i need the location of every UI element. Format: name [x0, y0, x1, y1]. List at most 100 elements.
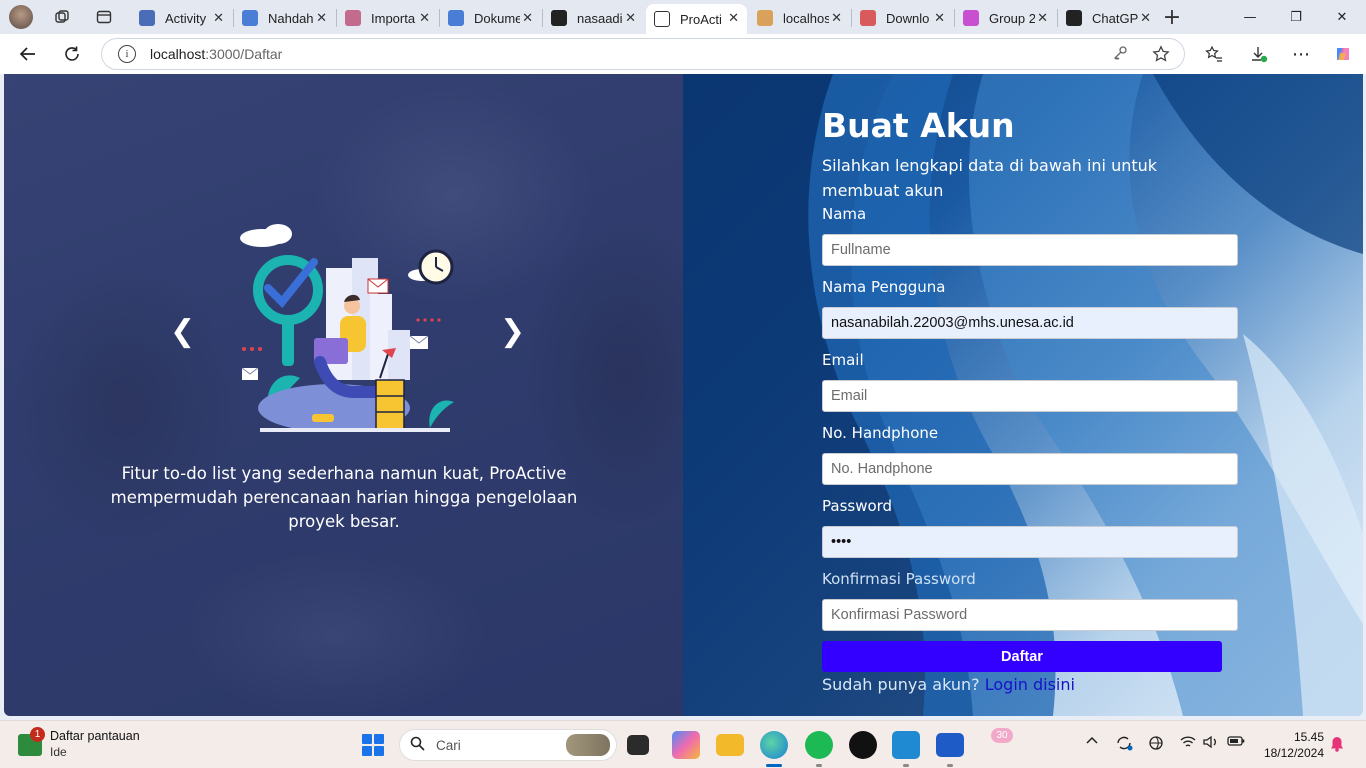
- site-info-icon[interactable]: i: [118, 45, 136, 63]
- tab-close-icon[interactable]: ✕: [1140, 10, 1151, 26]
- register-submit-button[interactable]: Daftar: [822, 641, 1222, 672]
- confirm-password-label: Konfirmasi Password: [822, 570, 976, 588]
- sync-icon[interactable]: [1115, 735, 1133, 755]
- copilot-icon[interactable]: [1330, 42, 1356, 66]
- tab-favicon-icon: [551, 10, 567, 26]
- browser-tab[interactable]: localhos ✕: [749, 4, 850, 32]
- tab-favicon-icon: [757, 10, 773, 26]
- browser-tab[interactable]: nasaadi ✕: [543, 4, 644, 32]
- tab-close-icon[interactable]: ✕: [419, 10, 430, 26]
- minimize-button[interactable]: —: [1227, 4, 1273, 30]
- word-icon[interactable]: [936, 733, 964, 757]
- refresh-icon[interactable]: [59, 42, 85, 66]
- fullname-input[interactable]: [822, 234, 1238, 266]
- productivity-illustration: [240, 224, 454, 432]
- word-running-indicator: [947, 764, 953, 767]
- carousel-next-button[interactable]: ❯: [500, 314, 525, 349]
- tab-close-icon[interactable]: ✕: [625, 10, 636, 26]
- browser-toolbar: i localhost:3000/Daftar ⋯: [0, 34, 1366, 74]
- tab-close-icon[interactable]: ✕: [213, 10, 224, 26]
- start-windows-icon[interactable]: [362, 734, 384, 756]
- battery-icon[interactable]: [1227, 735, 1245, 751]
- search-icon: [410, 736, 425, 755]
- file-explorer-icon[interactable]: [716, 734, 744, 756]
- tab-favicon-icon: [1066, 10, 1082, 26]
- new-tab-button[interactable]: +: [1160, 5, 1184, 30]
- form-subtitle: Silahkan lengkapi data di bawah ini untu…: [822, 156, 1158, 200]
- username-label: Nama Pengguna: [822, 278, 946, 296]
- fullname-label: Nama: [822, 205, 867, 223]
- edge-browser-icon[interactable]: [760, 731, 788, 759]
- tab-favicon-icon: [345, 10, 361, 26]
- browser-tab-strip: Activity ✕ Nahdah ✕ Importa ✕ Dokume ✕ nasaadi ✕ P…: [0, 0, 1366, 34]
- tab-close-icon[interactable]: ✕: [522, 10, 533, 26]
- search-placeholder: Cari: [436, 738, 461, 753]
- carousel-caption: Fitur to-do list yang sederhana namun ku…: [110, 464, 578, 531]
- tab-favicon-icon: [448, 10, 464, 26]
- browser-tab[interactable]: ChatGP ✕: [1058, 4, 1159, 32]
- tab-close-icon[interactable]: ✕: [831, 10, 842, 26]
- tab-favicon-icon: [860, 10, 876, 26]
- more-menu-icon[interactable]: ⋯: [1288, 42, 1314, 66]
- login-link[interactable]: Login disini: [985, 675, 1075, 694]
- widget-subtitle: Ide: [50, 745, 67, 759]
- hero-carousel: ❮ ❯ Fitur to-do list yang sederhana namu…: [4, 74, 683, 716]
- tab-close-icon[interactable]: ✕: [934, 10, 945, 26]
- confirm-password-input[interactable]: [822, 599, 1238, 631]
- tab-label: Group 2: [989, 10, 1035, 26]
- tab-label: Downlo: [886, 10, 930, 26]
- system-clock[interactable]: 15.45 18/12/2024: [1258, 729, 1324, 761]
- browser-tab[interactable]: Importa ✕: [337, 4, 438, 32]
- tab-label: ChatGP: [1092, 10, 1138, 26]
- url-text: localhost:3000/Daftar: [150, 46, 283, 62]
- tab-close-icon[interactable]: ✕: [728, 10, 739, 26]
- form-title: Buat Akun: [822, 106, 1015, 145]
- clock-time: 15.45: [1293, 730, 1324, 744]
- tab-favicon-icon: [139, 10, 155, 26]
- taskbar-search[interactable]: Cari: [399, 729, 617, 761]
- vscode-icon[interactable]: [892, 731, 920, 759]
- vpn-icon[interactable]: [1148, 735, 1164, 755]
- browser-tab[interactable]: Downlo ✕: [852, 4, 953, 32]
- tiktok-icon[interactable]: [849, 731, 877, 759]
- vscode-running-indicator: [903, 764, 909, 767]
- close-window-button[interactable]: ✕: [1319, 4, 1365, 30]
- favorites-icon[interactable]: [1201, 42, 1227, 66]
- tab-close-icon[interactable]: ✕: [316, 10, 327, 26]
- tab-label: ProActi: [680, 11, 722, 27]
- clock-date: 18/12/2024: [1263, 746, 1324, 760]
- task-view-icon[interactable]: [627, 735, 649, 755]
- profile-avatar[interactable]: [9, 5, 33, 29]
- volume-icon[interactable]: [1203, 735, 1219, 753]
- password-key-icon[interactable]: [1112, 45, 1128, 65]
- username-input[interactable]: [822, 307, 1238, 339]
- browser-tab[interactable]: ProActi ✕: [646, 4, 747, 34]
- tab-favicon-icon: [242, 10, 258, 26]
- browser-tab[interactable]: Nahdah ✕: [234, 4, 335, 32]
- downloads-icon[interactable]: [1246, 42, 1272, 66]
- wifi-icon[interactable]: [1180, 735, 1196, 753]
- chevron-up-icon[interactable]: [1086, 735, 1098, 751]
- notification-bell-icon[interactable]: [1330, 736, 1344, 756]
- workspaces-icon[interactable]: [51, 6, 73, 28]
- spotify-icon[interactable]: [805, 731, 833, 759]
- copilot-taskbar-icon[interactable]: [672, 731, 700, 759]
- password-input[interactable]: [822, 526, 1238, 558]
- favorite-star-icon[interactable]: [1152, 45, 1170, 67]
- page-viewport: ❮ ❯ Fitur to-do list yang sederhana namu…: [4, 74, 1363, 716]
- widget-title: Daftar pantauan: [50, 729, 140, 743]
- browser-tab[interactable]: Group 2 ✕: [955, 4, 1056, 32]
- carousel-prev-button[interactable]: ❮: [170, 314, 195, 349]
- tab-actions-icon[interactable]: [93, 6, 115, 28]
- phone-input[interactable]: [822, 453, 1238, 485]
- browser-tab[interactable]: Dokume ✕: [440, 4, 541, 32]
- email-input[interactable]: [822, 380, 1238, 412]
- tab-close-icon[interactable]: ✕: [1037, 10, 1048, 26]
- address-bar[interactable]: i localhost:3000/Daftar: [101, 38, 1185, 70]
- browser-tab[interactable]: Activity ✕: [131, 4, 232, 32]
- back-arrow-icon[interactable]: [15, 42, 41, 66]
- edge-active-indicator: [766, 764, 782, 767]
- restore-button[interactable]: ❐: [1273, 4, 1319, 30]
- widget-badge: 1: [30, 727, 45, 742]
- tab-label: Nahdah: [268, 10, 314, 26]
